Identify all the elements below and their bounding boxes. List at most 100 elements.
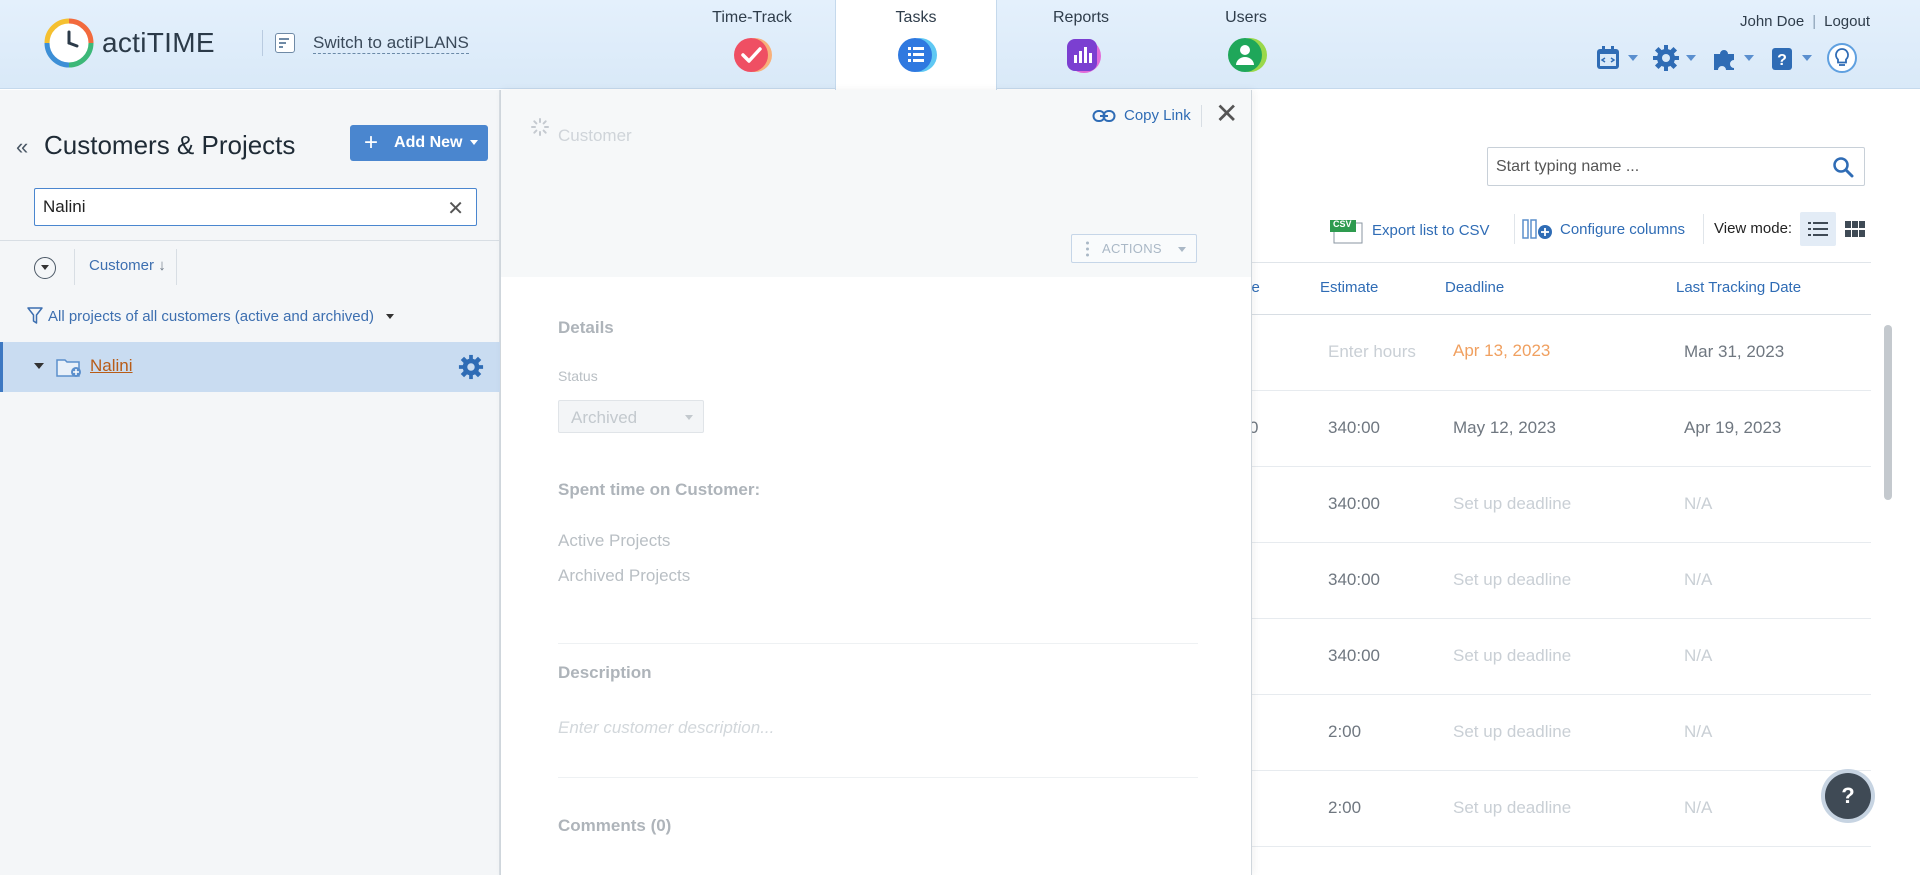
deadline-cell[interactable]: Apr 13, 2023	[1453, 341, 1550, 361]
last-tracking-cell: N/A	[1684, 570, 1713, 589]
chevron-down-icon	[1802, 55, 1812, 61]
panel-title: Customers & Projects	[44, 130, 296, 160]
estimate-cell[interactable]: 2:00	[1328, 798, 1361, 818]
csv-badge-label: CSV	[1333, 219, 1352, 229]
collapse-panel-icon[interactable]: «	[16, 134, 28, 160]
customer-details-panel: Customer Copy Link ✕ ACTIONS Details Sta…	[500, 90, 1252, 875]
deadline-cell[interactable]: Set up deadline	[1453, 798, 1571, 818]
close-icon[interactable]: ✕	[1215, 100, 1238, 128]
sort-by-customer[interactable]: Customer ↓	[89, 257, 166, 274]
configure-columns-button[interactable]: Configure columns	[1522, 218, 1685, 240]
tasks-icon	[895, 35, 937, 75]
tree-item-customer[interactable]: Nalini	[0, 342, 500, 392]
search-icon[interactable]	[1832, 156, 1854, 183]
expand-all-button[interactable]	[34, 257, 56, 279]
deadline-cell[interactable]: Set up deadline	[1453, 646, 1571, 666]
actions-label: ACTIONS	[1102, 241, 1162, 256]
actitime-logo-icon	[44, 18, 94, 68]
estimate-cell[interactable]: Enter hours	[1328, 342, 1416, 362]
expand-toggle-icon[interactable]	[34, 363, 44, 369]
customer-type-label: Customer	[558, 126, 632, 145]
user-links: John Doe | Logout	[1740, 13, 1870, 30]
deadline-cell[interactable]: Set up deadline	[1453, 494, 1571, 514]
name-search-field	[1487, 147, 1865, 186]
status-label: Status	[558, 368, 598, 384]
brand-name: actiTIME	[102, 27, 215, 58]
deadline-cell[interactable]: Set up deadline	[1453, 570, 1571, 590]
deadline-cell[interactable]: May 12, 2023	[1453, 418, 1556, 438]
logo[interactable]: actiTIME	[44, 18, 215, 68]
chevron-down-icon	[1178, 247, 1186, 252]
sort-row: Customer ↓	[0, 241, 500, 291]
divider	[262, 30, 263, 56]
help-icon: ?	[1772, 48, 1792, 70]
estimate-cell[interactable]: 340:00	[1328, 494, 1380, 514]
details-heading: Details	[558, 318, 614, 337]
divider	[74, 249, 75, 285]
add-new-label: Add New	[394, 134, 463, 151]
comments-heading: Comments (0)	[558, 816, 672, 835]
calendar-menu[interactable]	[1594, 44, 1638, 72]
customer-search-input[interactable]	[43, 197, 423, 217]
list-view-button[interactable]	[1800, 212, 1836, 246]
filter-label: All projects of all customers (active an…	[48, 307, 374, 325]
lightbulb-icon	[1827, 43, 1857, 73]
help-button[interactable]: ?	[1825, 773, 1871, 819]
clear-search-icon[interactable]: ✕	[447, 196, 464, 221]
sort-label: Customer	[89, 257, 155, 274]
reports-icon	[1060, 35, 1102, 75]
vertical-scrollbar[interactable]	[1884, 325, 1892, 500]
export-csv-label: Export list to CSV	[1372, 221, 1490, 239]
column-header-estimate[interactable]: Estimate	[1320, 279, 1378, 296]
chevron-down-icon	[385, 313, 394, 319]
divider	[1201, 105, 1202, 127]
grid-view-button[interactable]	[1837, 212, 1873, 246]
top-bar: actiTIME Switch to actiPLANS Time-Track …	[0, 0, 1920, 90]
help-menu[interactable]: ?	[1768, 44, 1812, 72]
estimate-cell[interactable]: 340:00	[1328, 646, 1380, 666]
spent-time-heading: Spent time on Customer:	[558, 480, 761, 499]
add-new-button[interactable]: + Add New	[350, 125, 488, 161]
name-search-input[interactable]	[1496, 158, 1816, 176]
kebab-icon	[1086, 241, 1089, 257]
divider: |	[1812, 13, 1817, 30]
column-header-deadline[interactable]: Deadline	[1445, 279, 1504, 296]
tab-users[interactable]: Users	[1165, 0, 1327, 89]
deadline-cell[interactable]: Set up deadline	[1453, 722, 1571, 742]
settings-menu[interactable]	[1652, 44, 1696, 72]
addons-menu[interactable]	[1710, 44, 1754, 72]
divider	[558, 643, 1198, 644]
estimate-cell[interactable]: 340:00	[1328, 570, 1380, 590]
user-name-link[interactable]: John Doe	[1740, 13, 1804, 30]
tips-button[interactable]	[1826, 42, 1858, 74]
gear-icon[interactable]	[458, 354, 484, 385]
actions-button[interactable]: ACTIONS	[1071, 234, 1197, 263]
status-select[interactable]: Archived	[558, 400, 704, 433]
description-input[interactable]: Enter customer description...	[558, 718, 774, 738]
last-tracking-cell: Apr 19, 2023	[1684, 418, 1782, 437]
tab-tasks[interactable]: Tasks	[835, 0, 997, 90]
logout-link[interactable]: Logout	[1824, 13, 1870, 30]
configure-columns-icon	[1522, 219, 1552, 239]
gear-icon	[1653, 45, 1679, 71]
puzzle-icon	[1714, 50, 1734, 70]
export-csv-button[interactable]: CSV Export list to CSV	[1328, 218, 1490, 244]
estimate-cell[interactable]: 340:00	[1328, 418, 1380, 438]
tab-time-track[interactable]: Time-Track	[671, 0, 833, 89]
arrow-down-icon: ↓	[158, 257, 166, 274]
switch-to-actiplans-link[interactable]: Switch to actiPLANS	[262, 30, 469, 56]
last-tracking-cell: Mar 31, 2023	[1684, 342, 1785, 361]
chevron-down-icon	[1744, 55, 1754, 61]
tab-label: Users	[1225, 9, 1267, 26]
project-filter-dropdown[interactable]: All projects of all customers (active an…	[26, 306, 394, 326]
estimate-cell[interactable]: 2:00	[1328, 722, 1361, 742]
panel-header: Customer Copy Link ✕ ACTIONS	[501, 90, 1251, 277]
view-mode-label: View mode:	[1714, 220, 1793, 237]
copy-link-label: Copy Link	[1124, 107, 1191, 124]
tab-reports[interactable]: Reports	[1000, 0, 1162, 89]
customers-projects-panel: « Customers & Projects + Add New ✕ Custo…	[0, 90, 500, 875]
toolbar-icons: ?	[1594, 42, 1858, 74]
customer-name-link[interactable]: Nalini	[90, 356, 133, 376]
column-header-last-tracking-date[interactable]: Last Tracking Date	[1676, 279, 1801, 296]
copy-link-button[interactable]: Copy Link	[1092, 107, 1191, 124]
